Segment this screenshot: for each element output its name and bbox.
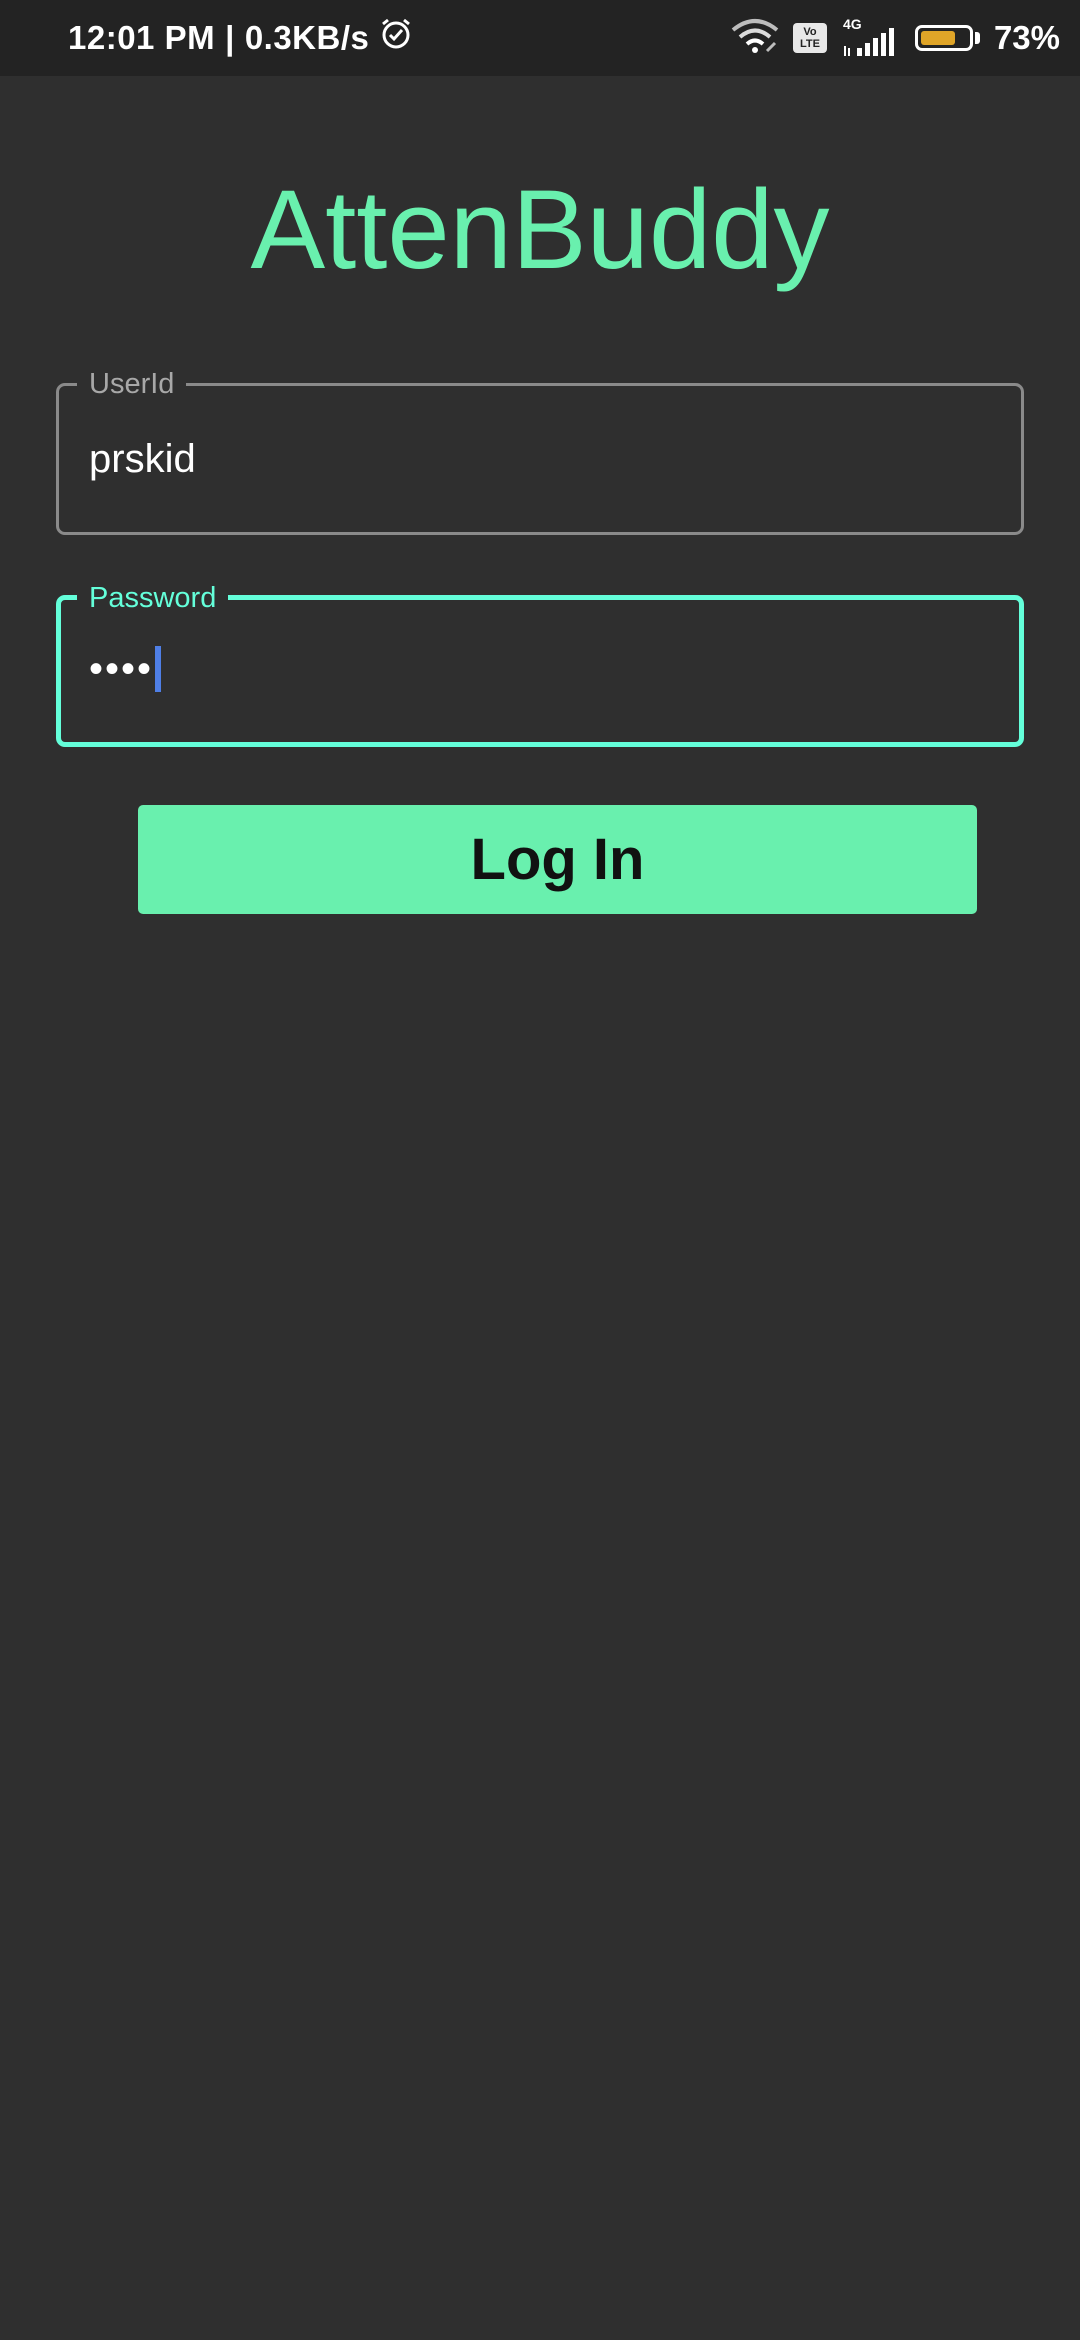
status-bar: 12:01 PM | 0.3KB/s Vo LTE 4G 73% xyxy=(0,0,1080,76)
battery-tip xyxy=(974,32,980,44)
status-right: Vo LTE 4G 73% xyxy=(731,0,1060,76)
password-masked-value: •••• xyxy=(89,647,154,691)
status-left: 12:01 PM | 0.3KB/s xyxy=(68,0,413,76)
app-title: AttenBuddy xyxy=(250,167,830,292)
password-field[interactable]: Password •••• xyxy=(56,578,1024,747)
alarm-icon xyxy=(379,17,413,59)
text-cursor xyxy=(155,646,162,692)
battery-percent: 73% xyxy=(993,19,1060,56)
userid-label: UserId xyxy=(77,364,187,404)
battery-level-fill xyxy=(920,31,955,45)
status-time: 12:01 PM xyxy=(68,19,216,56)
password-label: Password xyxy=(77,578,229,618)
volte-icon: Vo LTE xyxy=(792,23,827,53)
wifi-icon xyxy=(731,18,779,59)
login-button[interactable]: Log In xyxy=(138,805,977,914)
status-separator: | xyxy=(225,19,235,56)
battery-icon xyxy=(914,25,980,51)
volte-bottom: LTE xyxy=(799,38,820,50)
password-input[interactable]: •••• xyxy=(89,644,162,694)
battery-body xyxy=(914,25,973,51)
network-speed: 0.3KB/s xyxy=(244,19,370,56)
volte-top: Vo xyxy=(803,26,817,38)
userid-field[interactable]: UserId prskid xyxy=(56,364,1024,535)
userid-input[interactable]: prskid xyxy=(89,434,196,484)
signal-icon: 4G xyxy=(841,16,901,58)
